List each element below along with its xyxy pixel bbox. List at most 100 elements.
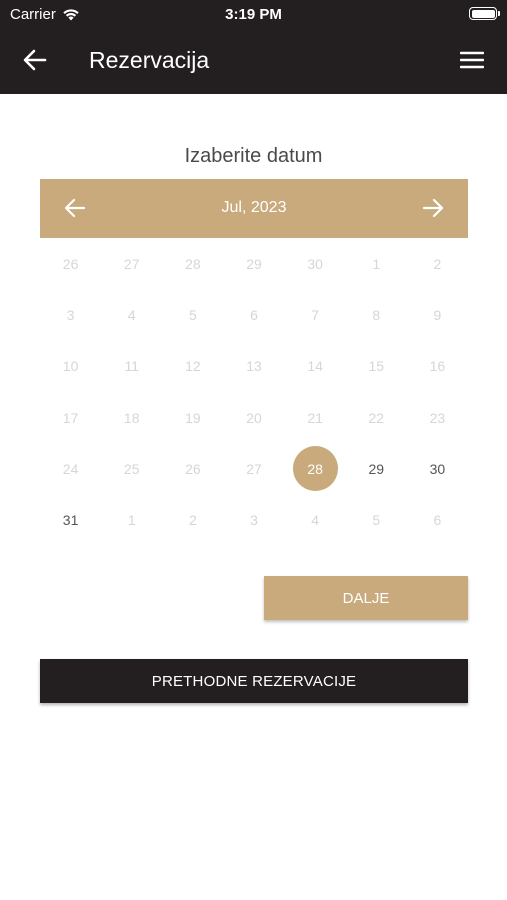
calendar-day: 28 <box>162 238 223 289</box>
arrow-left-icon <box>23 49 47 71</box>
calendar-day: 12 <box>162 341 223 392</box>
calendar-day-label: 13 <box>246 358 262 375</box>
calendar-day-label: 15 <box>368 358 385 375</box>
calendar-day: 26 <box>40 238 101 289</box>
calendar-day-label: 1 <box>372 255 381 272</box>
calendar-day-label: 30 <box>429 460 446 477</box>
status-time: 3:19 PM <box>225 6 282 23</box>
calendar-day: 8 <box>346 289 407 340</box>
calendar-day: 24 <box>40 443 101 494</box>
calendar-day: 6 <box>407 494 468 545</box>
calendar-day: 22 <box>346 392 407 443</box>
calendar-day: 30 <box>285 238 346 289</box>
calendar-day-label: 2 <box>188 512 197 529</box>
next-button[interactable]: DALJE <box>264 576 468 620</box>
calendar-day-label: 6 <box>250 306 258 323</box>
calendar-day-label: 18 <box>123 409 140 426</box>
calendar-day: 11 <box>101 341 162 392</box>
calendar-day-label: 10 <box>62 358 79 375</box>
calendar-month-label: Jul, 2023 <box>221 199 287 216</box>
calendar-day: 4 <box>101 289 162 340</box>
calendar-day-label: 3 <box>250 512 258 529</box>
arrow-right-icon <box>422 198 444 218</box>
calendar-day-label: 17 <box>62 409 79 426</box>
calendar-day-label: 11 <box>124 358 139 375</box>
calendar-day-label: 22 <box>368 409 385 426</box>
calendar-day-label: 2 <box>433 255 442 272</box>
calendar-day[interactable]: 30 <box>407 443 468 494</box>
calendar-day: 2 <box>162 494 223 545</box>
calendar-day[interactable]: 29 <box>346 443 407 494</box>
calendar-day: 19 <box>162 392 223 443</box>
calendar-day-label: 4 <box>311 512 320 529</box>
calendar-day-label: 7 <box>311 306 320 323</box>
calendar-day-label: 14 <box>307 358 323 375</box>
battery-icon <box>469 7 500 20</box>
next-month-button[interactable] <box>418 193 448 223</box>
calendar-day: 1 <box>101 494 162 545</box>
date-picker-heading: Izaberite datum <box>184 145 323 167</box>
hamburger-menu-icon <box>460 51 484 69</box>
calendar-day: 5 <box>346 494 407 545</box>
calendar-day-label: 24 <box>62 460 79 477</box>
calendar-day: 14 <box>285 341 346 392</box>
calendar-day-label: 28 <box>185 255 201 272</box>
calendar-day: 3 <box>223 494 284 545</box>
calendar-day: 6 <box>223 289 284 340</box>
calendar-day: 27 <box>223 443 284 494</box>
calendar-day: 20 <box>223 392 284 443</box>
calendar-day-label: 27 <box>246 460 262 477</box>
calendar-day-selected[interactable]: 28 <box>285 443 346 494</box>
calendar-day-label: 1 <box>127 512 136 529</box>
calendar-day[interactable]: 31 <box>40 494 101 545</box>
calendar-day-label: 29 <box>246 255 262 272</box>
calendar-day: 17 <box>40 392 101 443</box>
calendar-day: 1 <box>346 238 407 289</box>
calendar-day: 25 <box>101 443 162 494</box>
menu-button[interactable] <box>457 47 487 73</box>
calendar-day: 27 <box>101 238 162 289</box>
calendar-day-label: 27 <box>123 255 140 272</box>
calendar-day-label: 5 <box>188 306 197 323</box>
calendar-day-label: 26 <box>62 255 79 272</box>
calendar-day-label: 19 <box>185 409 201 426</box>
calendar-day: 21 <box>285 392 346 443</box>
calendar-day-label: 16 <box>429 358 446 375</box>
calendar-day: 29 <box>223 238 284 289</box>
calendar-day: 15 <box>346 341 407 392</box>
calendar-day: 10 <box>40 341 101 392</box>
calendar-day: 9 <box>407 289 468 340</box>
previous-reservations-button[interactable]: PRETHODNE REZERVACIJE <box>40 659 468 703</box>
calendar-day-label: 5 <box>372 512 381 529</box>
calendar-day-label: 31 <box>62 512 79 529</box>
calendar-day-label: 8 <box>372 306 381 323</box>
calendar-day: 13 <box>223 341 284 392</box>
back-button[interactable] <box>20 46 50 74</box>
calendar-day: 5 <box>162 289 223 340</box>
calendar-day-label: 12 <box>185 358 201 375</box>
calendar-day: 4 <box>285 494 346 545</box>
calendar-header: Jul, 2023 <box>40 179 468 238</box>
calendar-day-label: 6 <box>433 512 442 529</box>
calendar-day: 3 <box>40 289 101 340</box>
calendar-day-label: 29 <box>368 460 385 477</box>
calendar-day-label: 26 <box>185 460 201 477</box>
calendar-day: 16 <box>407 341 468 392</box>
calendar-day-label: 3 <box>66 306 75 323</box>
calendar-day: 23 <box>407 392 468 443</box>
calendar-day-label: 23 <box>429 409 446 426</box>
calendar-day: 7 <box>285 289 346 340</box>
page-title: Rezervacija <box>89 47 210 73</box>
calendar-grid: 26 27 28 29 30 1 2 3 4 5 6 7 8 9 10 11 12 13 14 15 16 17 18 19 2… <box>40 238 468 546</box>
app-header: Carrier 3:19 PM Rezervacija <box>0 0 507 94</box>
calendar-day: 26 <box>162 443 223 494</box>
calendar-day-label: 20 <box>246 409 262 426</box>
calendar-day-label: 28 <box>292 446 338 492</box>
calendar-day-label: 4 <box>127 306 136 323</box>
calendar-day-label: 25 <box>123 460 140 477</box>
calendar-day-label: 9 <box>433 306 442 323</box>
calendar-day-label: 30 <box>307 255 323 272</box>
calendar-day: 2 <box>407 238 468 289</box>
calendar-day-label: 21 <box>307 409 323 426</box>
calendar-day: 18 <box>101 392 162 443</box>
